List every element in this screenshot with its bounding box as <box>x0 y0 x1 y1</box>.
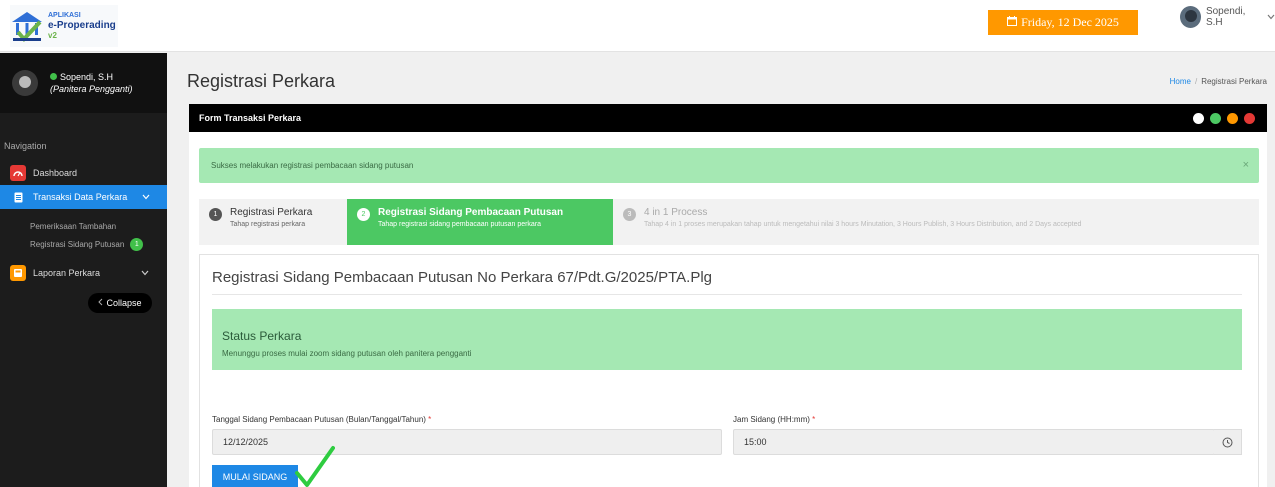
refresh-icon[interactable] <box>1210 113 1221 124</box>
user-menu-name: Sopendi, S.H <box>1205 6 1246 28</box>
document-icon <box>10 189 26 205</box>
chevron-down-icon <box>142 192 150 202</box>
date-badge: Friday, 12 Dec 2025 <box>988 10 1138 35</box>
count-badge: 1 <box>130 237 144 251</box>
sidebar-user-name: Sopendi, S.H <box>60 72 114 82</box>
sidebar-item-dashboard[interactable]: Dashboard <box>0 161 167 185</box>
sidebar-item-transaksi[interactable]: Transaksi Data Perkara <box>0 185 167 209</box>
date-input[interactable]: 12/12/2025 <box>212 429 722 455</box>
edit-icon[interactable] <box>1193 113 1204 124</box>
status-title: Status Perkara <box>222 329 302 343</box>
chevron-down-icon <box>1267 12 1275 23</box>
checkmark-icon <box>295 446 335 487</box>
logo-line3: v2 <box>48 31 57 40</box>
user-menu[interactable]: Sopendi, S.H <box>1180 6 1275 28</box>
sidebar-item-label: Transaksi Data Perkara <box>33 192 128 202</box>
section-title: Registrasi Sidang Pembacaan Putusan No P… <box>212 269 713 286</box>
success-alert: Sukses melakukan registrasi pembacaan si… <box>199 148 1259 183</box>
step-subtitle: Tahap registrasi perkara <box>230 221 306 228</box>
sidebar-subitem-label: Registrasi Sidang Putusan <box>30 239 125 249</box>
sidebar-user-role: (Panitera Pengganti) <box>50 84 133 94</box>
calendar-icon <box>1007 15 1018 30</box>
sidebar-item-label: Dashboard <box>33 168 78 178</box>
date-text: Friday, 12 Dec 2025 <box>1021 15 1119 29</box>
sidebar-subitem-registrasi-sidang[interactable]: Registrasi Sidang Putusan 1 <box>0 235 167 253</box>
sidebar-subitem-label: Pemeriksaan Tambahan <box>30 221 117 231</box>
step-title: 4 in 1 Process <box>644 207 708 218</box>
start-session-button[interactable]: MULAI SIDANG <box>212 465 298 487</box>
step-title: Registrasi Perkara <box>230 207 313 218</box>
registration-section: Registrasi Sidang Pembacaan Putusan No P… <box>199 254 1259 487</box>
avatar <box>1180 6 1201 28</box>
nav-title: Navigation <box>4 141 47 151</box>
close-icon[interactable]: × <box>1243 159 1249 171</box>
time-input[interactable]: 15:00 <box>733 429 1215 455</box>
step-title: Registrasi Sidang Pembacaan Putusan <box>378 207 564 218</box>
logo-line2: e-Properading <box>48 20 116 31</box>
time-field-label: Jam Sidang (HH:mm) * <box>733 415 816 424</box>
breadcrumb-current: Registrasi Perkara <box>1201 77 1267 86</box>
step-4in1-process[interactable]: 3 4 in 1 Process Tahap 4 in 1 proses mer… <box>613 199 1091 245</box>
step-subtitle: Tahap 4 in 1 proses merupakan tahap untu… <box>644 221 1082 228</box>
dashboard-icon <box>10 165 26 181</box>
report-icon <box>10 265 26 281</box>
status-text: Menunggu proses mulai zoom sidang putusa… <box>222 349 472 358</box>
sidebar-subitem-pemeriksaan[interactable]: Pemeriksaan Tambahan <box>0 217 167 235</box>
collapse-label: Collapse <box>106 298 142 308</box>
card-window-controls <box>1193 113 1255 124</box>
minimize-icon[interactable] <box>1227 113 1238 124</box>
sidebar: Sopendi, S.H (Panitera Pengganti) Naviga… <box>0 53 167 487</box>
card-title: Form Transaksi Perkara <box>199 113 302 123</box>
breadcrumb: Home / Registrasi Perkara <box>1169 77 1267 86</box>
chevron-down-icon <box>141 268 149 278</box>
collapse-button[interactable]: Collapse <box>88 293 152 313</box>
status-box: Status Perkara Menunggu proses mulai zoo… <box>212 309 1242 370</box>
step-registrasi-perkara[interactable]: 1 Registrasi Perkara Tahap registrasi pe… <box>199 199 347 245</box>
close-icon[interactable] <box>1244 113 1255 124</box>
app-logo[interactable]: APLIKASI e-Properading v2 <box>10 5 118 47</box>
alert-text: Sukses melakukan registrasi pembacaan si… <box>211 161 414 170</box>
sidebar-item-label: Laporan Perkara <box>33 268 101 278</box>
card-header: Form Transaksi Perkara <box>189 104 1267 132</box>
logo-icon <box>10 8 44 44</box>
step-subtitle: Tahap registrasi sidang pembacaan putusa… <box>378 221 542 228</box>
chevron-left-icon <box>98 298 103 308</box>
sidebar-user-panel: Sopendi, S.H (Panitera Pengganti) <box>0 53 167 113</box>
date-field-label: Tanggal Sidang Pembacaan Putusan (Bulan/… <box>212 415 432 424</box>
step-number: 2 <box>357 208 370 221</box>
step-number: 1 <box>209 208 222 221</box>
breadcrumb-home-link[interactable]: Home <box>1170 77 1191 86</box>
wizard-steps: 1 Registrasi Perkara Tahap registrasi pe… <box>199 199 1259 245</box>
sidebar-avatar <box>12 70 38 96</box>
step-registrasi-sidang[interactable]: 2 Registrasi Sidang Pembacaan Putusan Ta… <box>347 199 613 245</box>
online-status-icon <box>50 73 57 80</box>
top-bar: APLIKASI e-Properading v2 Friday, 12 Dec… <box>0 0 1275 52</box>
page-title: Registrasi Perkara <box>187 71 336 91</box>
sidebar-item-laporan[interactable]: Laporan Perkara <box>0 261 167 285</box>
divider <box>212 294 1242 295</box>
form-card: Form Transaksi Perkara Sukses melakukan … <box>189 104 1267 487</box>
clock-icon[interactable] <box>1214 429 1242 455</box>
step-number: 3 <box>623 208 636 221</box>
